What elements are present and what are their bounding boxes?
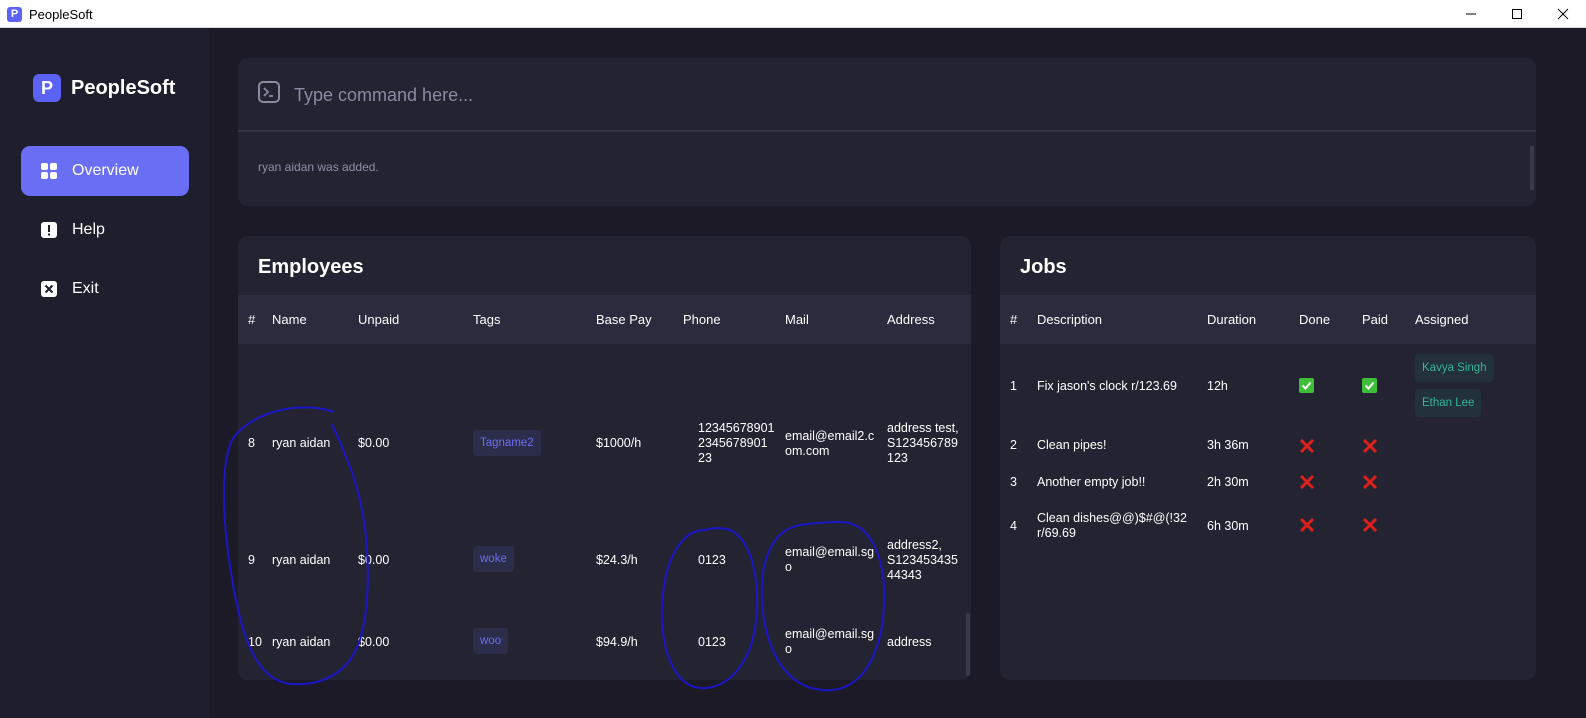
column-header: Tags <box>473 312 501 327</box>
jobs-panel: Jobs # Description Duration Done Paid As… <box>1000 236 1536 680</box>
exclamation-icon <box>39 220 59 240</box>
column-header: Base Pay <box>596 312 652 327</box>
column-header: # <box>248 312 256 327</box>
command-bar <box>238 58 1536 132</box>
window-controls <box>1448 0 1586 28</box>
not-done-cross-icon <box>1299 438 1315 454</box>
column-header: Done <box>1299 312 1331 327</box>
not-paid-cross-icon <box>1362 438 1378 454</box>
maximize-icon <box>1512 9 1522 19</box>
app-icon: P <box>7 6 22 22</box>
row-index: 2 <box>1010 438 1017 452</box>
not-paid-cross-icon <box>1362 474 1378 490</box>
employees-header: # Name Unpaid Tags Base Pay Phone Mail A… <box>238 295 971 344</box>
employees-panel: Employees # Name Unpaid Tags Base Pay Ph… <box>238 236 971 680</box>
minimize-button[interactable] <box>1448 0 1494 28</box>
sidebar-item-overview[interactable]: Overview <box>21 146 189 196</box>
employee-mail: email@email.sg o <box>785 627 875 656</box>
column-header: Description <box>1037 312 1103 327</box>
employee-tag[interactable]: Tagname2 <box>473 430 541 456</box>
employee-phone: 0123 <box>698 635 726 649</box>
grid-icon <box>39 161 59 181</box>
paid-check-icon <box>1362 378 1377 393</box>
employee-phone: 12345678901 2345678901 23 <box>698 421 775 465</box>
employee-address: address2, S123453435 44343 <box>887 538 958 582</box>
sidebar-item-help[interactable]: Help <box>21 205 189 255</box>
employee-phone: 0123 <box>698 553 726 567</box>
brand-logo: P <box>33 74 61 102</box>
done-check-icon <box>1299 378 1314 393</box>
row-index: 4 <box>1010 519 1017 533</box>
employee-name: ryan aidan <box>272 436 331 450</box>
column-header: Phone <box>683 312 721 327</box>
employees-scrollbar[interactable] <box>966 613 970 676</box>
job-duration: 3h 36m <box>1207 438 1249 452</box>
employee-unpaid: $0.00 <box>358 436 390 450</box>
sidebar: P PeopleSoft Overview Help Exit <box>0 28 209 718</box>
job-description: Fix jason's clock r/123.69 <box>1037 379 1177 393</box>
job-description: Clean dishes@@)$#@(!32 r/69.69 <box>1037 511 1187 540</box>
row-index: 10 <box>248 635 262 649</box>
jobs-title: Jobs <box>1020 256 1067 278</box>
job-duration: 12h <box>1207 379 1228 393</box>
row-index: 3 <box>1010 475 1017 489</box>
not-done-cross-icon <box>1299 474 1315 490</box>
maximize-button[interactable] <box>1494 0 1540 28</box>
column-header: Address <box>887 312 935 327</box>
column-header: # <box>1010 312 1018 327</box>
employees-title: Employees <box>258 256 364 278</box>
employee-name: ryan aidan <box>272 553 331 567</box>
employee-unpaid: $0.00 <box>358 635 390 649</box>
window-titlebar: P PeopleSoft <box>0 0 1586 28</box>
column-header: Assigned <box>1415 312 1469 327</box>
sidebar-item-label: Help <box>72 221 105 238</box>
terminal-icon <box>258 81 280 107</box>
close-window-button[interactable] <box>1540 0 1586 28</box>
window-title: PeopleSoft <box>29 6 93 22</box>
sidebar-item-exit[interactable]: Exit <box>21 264 189 314</box>
minimize-icon <box>1466 13 1476 15</box>
column-header: Paid <box>1362 312 1389 327</box>
command-result: ryan aidan was added. <box>258 160 379 174</box>
row-index: 9 <box>248 553 255 567</box>
employee-mail: email@email2.c om.com <box>785 429 875 458</box>
job-description: Another empty job!! <box>1037 475 1146 489</box>
employee-base-pay: $24.3/h <box>596 553 638 567</box>
not-done-cross-icon <box>1299 517 1315 533</box>
command-panel: ryan aidan was added. <box>238 58 1536 206</box>
column-header: Mail <box>785 312 809 327</box>
close-icon <box>1557 8 1569 20</box>
result-scrollbar[interactable] <box>1530 146 1534 190</box>
assignee-chip[interactable]: Ethan Lee <box>1415 389 1482 417</box>
employee-base-pay: $94.9/h <box>596 635 638 649</box>
close-box-icon <box>39 279 59 299</box>
sidebar-item-label: Overview <box>72 162 139 179</box>
brand: P PeopleSoft <box>33 74 175 102</box>
employee-tag[interactable]: woke <box>473 546 514 572</box>
command-input[interactable] <box>292 78 1496 112</box>
job-duration: 2h 30m <box>1207 475 1249 489</box>
column-header: Unpaid <box>358 312 400 327</box>
row-index: 1 <box>1010 379 1017 393</box>
employee-tag[interactable]: woo <box>473 628 509 654</box>
job-duration: 6h 30m <box>1207 519 1249 533</box>
employee-address: address test, S123456789 123 <box>887 421 959 465</box>
employee-base-pay: $1000/h <box>596 436 642 450</box>
employee-mail: email@email.sg o <box>785 545 875 574</box>
column-header: Duration <box>1207 312 1257 327</box>
job-description: Clean pipes! <box>1037 438 1107 452</box>
column-header: Name <box>272 312 307 327</box>
assignee-chip[interactable]: Kavya Singh <box>1415 354 1494 382</box>
employee-address: address <box>887 635 932 649</box>
not-paid-cross-icon <box>1362 517 1378 533</box>
employee-unpaid: $0.00 <box>358 553 390 567</box>
brand-name: PeopleSoft <box>71 76 176 99</box>
row-index: 8 <box>248 436 255 450</box>
employee-name: ryan aidan <box>272 635 331 649</box>
sidebar-item-label: Exit <box>72 280 99 297</box>
jobs-header: # Description Duration Done Paid Assigne… <box>1000 295 1536 344</box>
